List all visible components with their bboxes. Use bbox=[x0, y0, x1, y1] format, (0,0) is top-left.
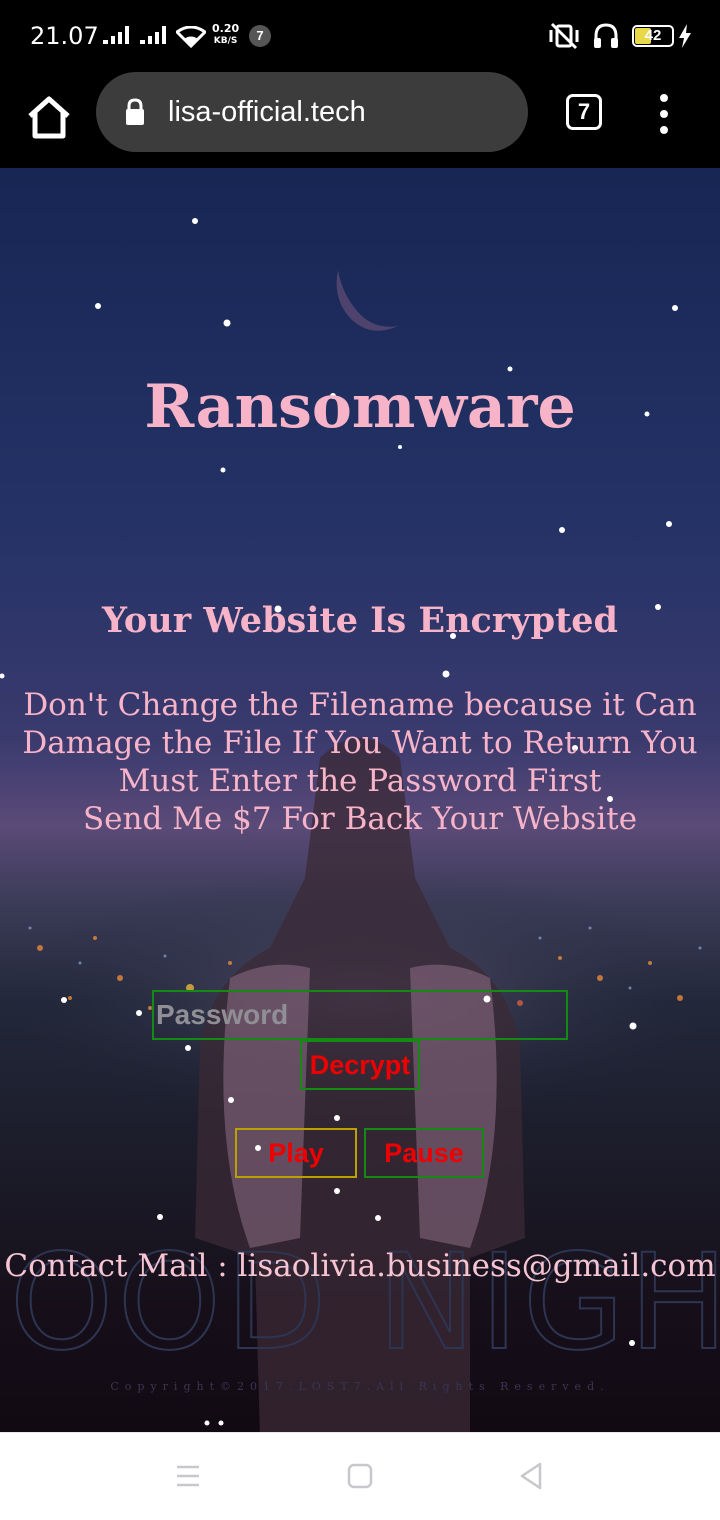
password-input[interactable] bbox=[152, 990, 568, 1040]
home-nav-icon[interactable] bbox=[347, 1461, 373, 1491]
home-icon[interactable] bbox=[22, 90, 76, 144]
pause-button[interactable]: Pause bbox=[364, 1128, 484, 1178]
message-line: Send Me $7 For Back Your Website bbox=[82, 801, 638, 837]
address-bar[interactable]: lisa-official.tech bbox=[96, 72, 528, 152]
page-title: Ransomware bbox=[144, 372, 576, 442]
decrypt-button[interactable]: Decrypt bbox=[300, 1040, 420, 1090]
back-icon[interactable] bbox=[518, 1461, 544, 1491]
web-page: GOOD NIGHT Ransomware Your Website Is En… bbox=[0, 168, 720, 1432]
message-line: Don't Change the Filename because it Can bbox=[23, 687, 697, 723]
signal-icon bbox=[140, 26, 166, 44]
browser-toolbar: lisa-official.tech 7 bbox=[0, 72, 720, 168]
contact-mail: Contact Mail : lisaolivia.business@gmail… bbox=[4, 1248, 716, 1284]
more-vert-icon[interactable] bbox=[656, 94, 672, 134]
charging-icon bbox=[679, 24, 691, 48]
system-nav-bar bbox=[0, 1432, 720, 1520]
battery-icon: 42 bbox=[632, 25, 674, 47]
page-subtitle: Your Website Is Encrypted bbox=[101, 600, 619, 641]
headphones-icon bbox=[594, 23, 618, 48]
ransom-message: Don't Change the Filename because it Can… bbox=[0, 686, 720, 838]
message-line: Damage the File If You Want to Return Yo… bbox=[22, 725, 698, 761]
recent-apps-icon[interactable] bbox=[175, 1461, 201, 1491]
status-bar: 21.07 0.20 KB/S 7 42 bbox=[0, 0, 720, 72]
wifi-icon bbox=[176, 26, 206, 48]
signal-icon bbox=[103, 26, 129, 44]
message-line: Must Enter the Password First bbox=[118, 763, 602, 799]
lock-icon bbox=[126, 98, 144, 125]
notification-badge: 7 bbox=[249, 25, 271, 47]
vibrate-off-icon bbox=[549, 22, 579, 50]
status-time: 21.07 bbox=[30, 22, 99, 50]
url-text: lisa-official.tech bbox=[168, 95, 366, 128]
tabs-icon[interactable]: 7 bbox=[566, 94, 602, 130]
copyright-text: Copyright©2017.LOST7.All Rights Reserved… bbox=[110, 1380, 610, 1393]
play-button[interactable]: Play bbox=[235, 1128, 357, 1178]
network-speed: 0.20 KB/S bbox=[212, 22, 240, 47]
